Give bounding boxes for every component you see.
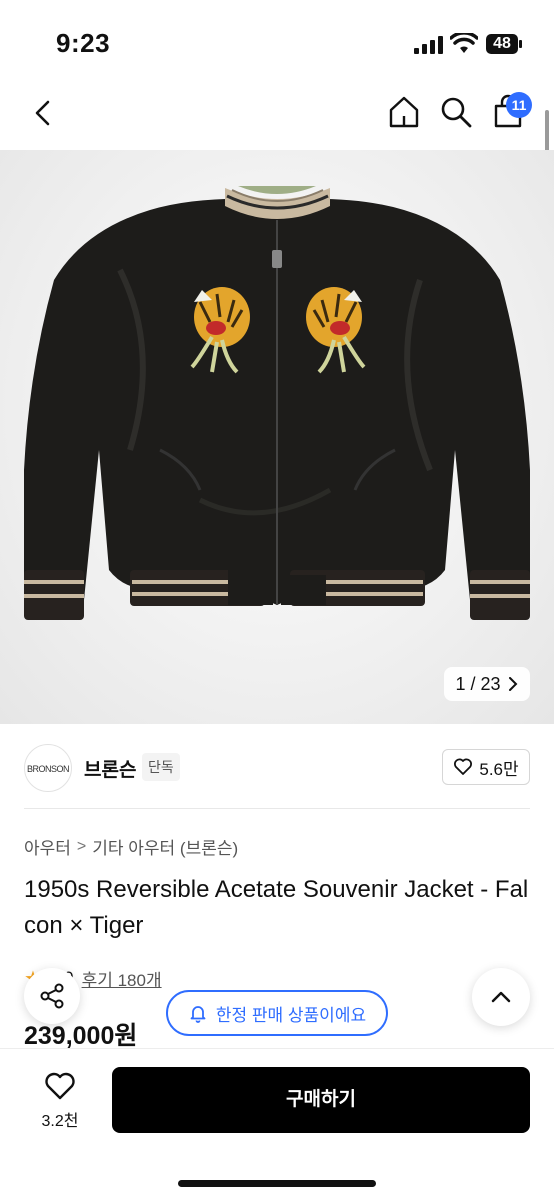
breadcrumb-outer[interactable]: 아우터	[24, 834, 71, 859]
search-icon[interactable]	[438, 94, 474, 130]
purchase-bar: 3.2천 구매하기	[0, 1048, 554, 1200]
chevron-right-icon	[508, 677, 517, 691]
wishlist-button[interactable]: 3.2천	[30, 1071, 90, 1131]
brand-logo[interactable]: BRONSON	[24, 744, 72, 792]
buy-button[interactable]: 구매하기	[112, 1067, 530, 1133]
bell-icon	[190, 1006, 206, 1023]
signal-icon	[414, 36, 443, 54]
brand-like-button[interactable]: 5.6만	[442, 749, 530, 785]
divider	[24, 808, 530, 809]
heart-icon	[45, 1072, 75, 1100]
back-icon[interactable]	[26, 96, 60, 130]
battery-level: 48	[493, 35, 511, 52]
exclusive-tag: 단독	[142, 753, 180, 781]
brand-like-count: 5.6만	[479, 759, 519, 779]
review-count-link[interactable]: 후기 180개	[82, 966, 162, 991]
top-nav	[0, 80, 554, 150]
brand-name[interactable]: 브론슨	[84, 755, 136, 782]
product-image-gallery[interactable]	[0, 150, 554, 724]
status-bar: 9:23 48	[0, 0, 554, 80]
cart-count-badge: 11	[506, 92, 532, 118]
status-time: 9:23	[56, 28, 111, 58]
limited-sale-pill[interactable]: 한정 판매 상품이에요	[166, 990, 388, 1036]
brand-row: BRONSON 브론슨 단독 5.6만	[0, 740, 554, 796]
home-icon[interactable]	[386, 94, 422, 130]
breadcrumb-other-outer[interactable]: 기타 아우터 (브론슨)	[92, 834, 238, 859]
home-indicator	[178, 1180, 376, 1187]
chevron-up-icon	[491, 991, 511, 1003]
share-icon	[40, 983, 64, 1009]
wishlist-count: 3.2천	[41, 1113, 79, 1130]
share-button[interactable]	[24, 968, 80, 1024]
product-image	[24, 186, 530, 620]
image-counter[interactable]: 1 / 23	[444, 667, 530, 701]
scroll-top-button[interactable]	[472, 968, 530, 1026]
breadcrumb: 아우터 > 기타 아우터 (브론슨)	[24, 834, 238, 859]
image-counter-text: 1 / 23	[455, 673, 501, 694]
product-title: 1950s Reversible Acetate Souvenir Jacket…	[24, 876, 529, 939]
breadcrumb-separator: >	[76, 837, 87, 855]
limited-sale-label: 한정 판매 상품이에요	[215, 1005, 367, 1025]
heart-icon	[454, 758, 473, 775]
wifi-icon	[450, 33, 478, 53]
